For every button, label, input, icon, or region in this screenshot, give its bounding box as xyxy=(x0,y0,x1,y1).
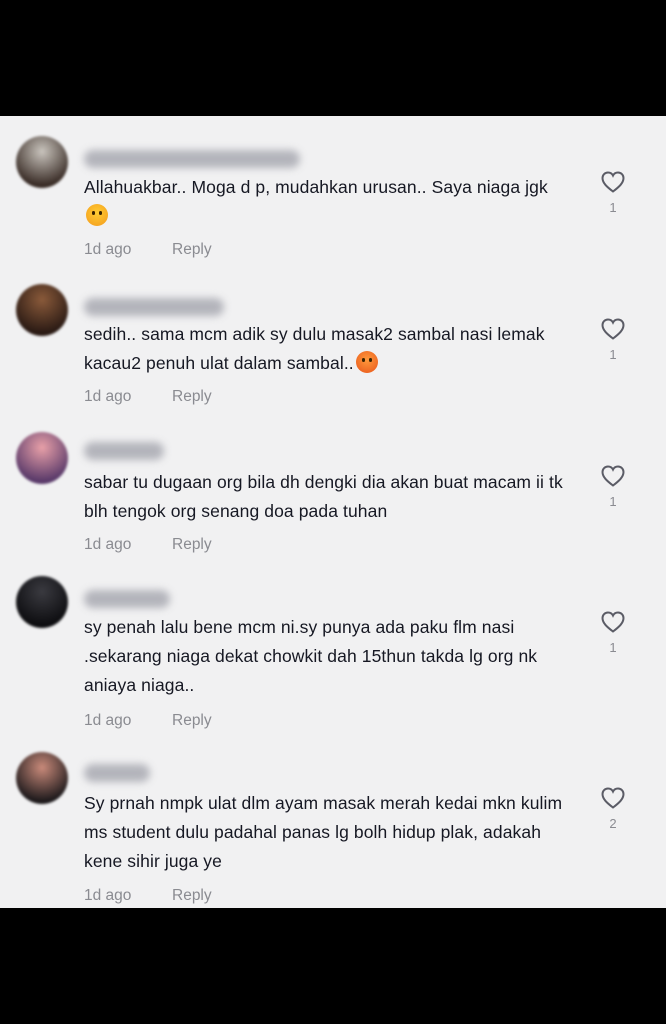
comment-time: 1d ago xyxy=(84,241,132,258)
heart-icon xyxy=(601,318,625,340)
like-count: 1 xyxy=(609,640,617,655)
avatar[interactable] xyxy=(16,576,68,628)
reply-button[interactable]: Reply xyxy=(172,887,212,904)
like-button[interactable]: 1 xyxy=(596,170,630,215)
reply-button[interactable]: Reply xyxy=(172,712,212,729)
reply-button[interactable]: Reply xyxy=(172,536,212,553)
bottom-black-bar xyxy=(0,908,666,1024)
username-blurred[interactable] xyxy=(84,764,150,782)
like-button[interactable]: 1 xyxy=(596,464,630,509)
crying-face-emoji xyxy=(86,204,108,226)
reply-button[interactable]: Reply xyxy=(172,241,212,258)
comment-time: 1d ago xyxy=(84,388,132,405)
top-black-bar xyxy=(0,0,666,116)
username-blurred[interactable] xyxy=(84,298,224,316)
like-count: 2 xyxy=(609,816,617,831)
comment-meta: 1d ago Reply xyxy=(84,536,212,554)
heart-icon xyxy=(601,171,625,193)
like-button[interactable]: 2 xyxy=(596,786,630,831)
comment-meta: 1d ago Reply xyxy=(84,241,212,259)
comment-meta: 1d ago Reply xyxy=(84,712,212,730)
username-blurred[interactable] xyxy=(84,150,300,168)
like-count: 1 xyxy=(609,494,617,509)
reply-button[interactable]: Reply xyxy=(172,388,212,405)
like-button[interactable]: 1 xyxy=(596,610,630,655)
like-count: 1 xyxy=(609,347,617,362)
comment-time: 1d ago xyxy=(84,536,132,553)
heart-icon xyxy=(601,787,625,809)
username-blurred[interactable] xyxy=(84,442,164,460)
comment-meta: 1d ago Reply xyxy=(84,388,212,406)
comment-text: sy penah lalu bene mcm ni.sy punya ada p… xyxy=(84,617,538,695)
comment-text: Sy prnah nmpk ulat dlm ayam masak merah … xyxy=(84,793,563,871)
like-button[interactable]: 1 xyxy=(596,317,630,362)
avatar[interactable] xyxy=(16,284,68,336)
like-count: 1 xyxy=(609,200,617,215)
avatar[interactable] xyxy=(16,432,68,484)
comment-time: 1d ago xyxy=(84,887,132,904)
comment-text: Allahuakbar.. Moga d p, mudahkan urusan.… xyxy=(84,173,564,231)
comments-panel: Allahuakbar.. Moga d p, mudahkan urusan.… xyxy=(0,116,666,908)
avatar[interactable] xyxy=(16,136,68,188)
heart-icon xyxy=(601,465,625,487)
heart-icon xyxy=(601,611,625,633)
angry-face-emoji xyxy=(355,351,378,373)
comment-time: 1d ago xyxy=(84,712,132,729)
comment-text: sabar tu dugaan org bila dh dengki dia a… xyxy=(84,472,563,521)
username-blurred[interactable] xyxy=(84,590,170,608)
comment-text: sedih.. sama mcm adik sy dulu masak2 sam… xyxy=(84,324,545,373)
avatar[interactable] xyxy=(16,752,68,804)
comment-meta: 1d ago Reply xyxy=(84,887,212,905)
